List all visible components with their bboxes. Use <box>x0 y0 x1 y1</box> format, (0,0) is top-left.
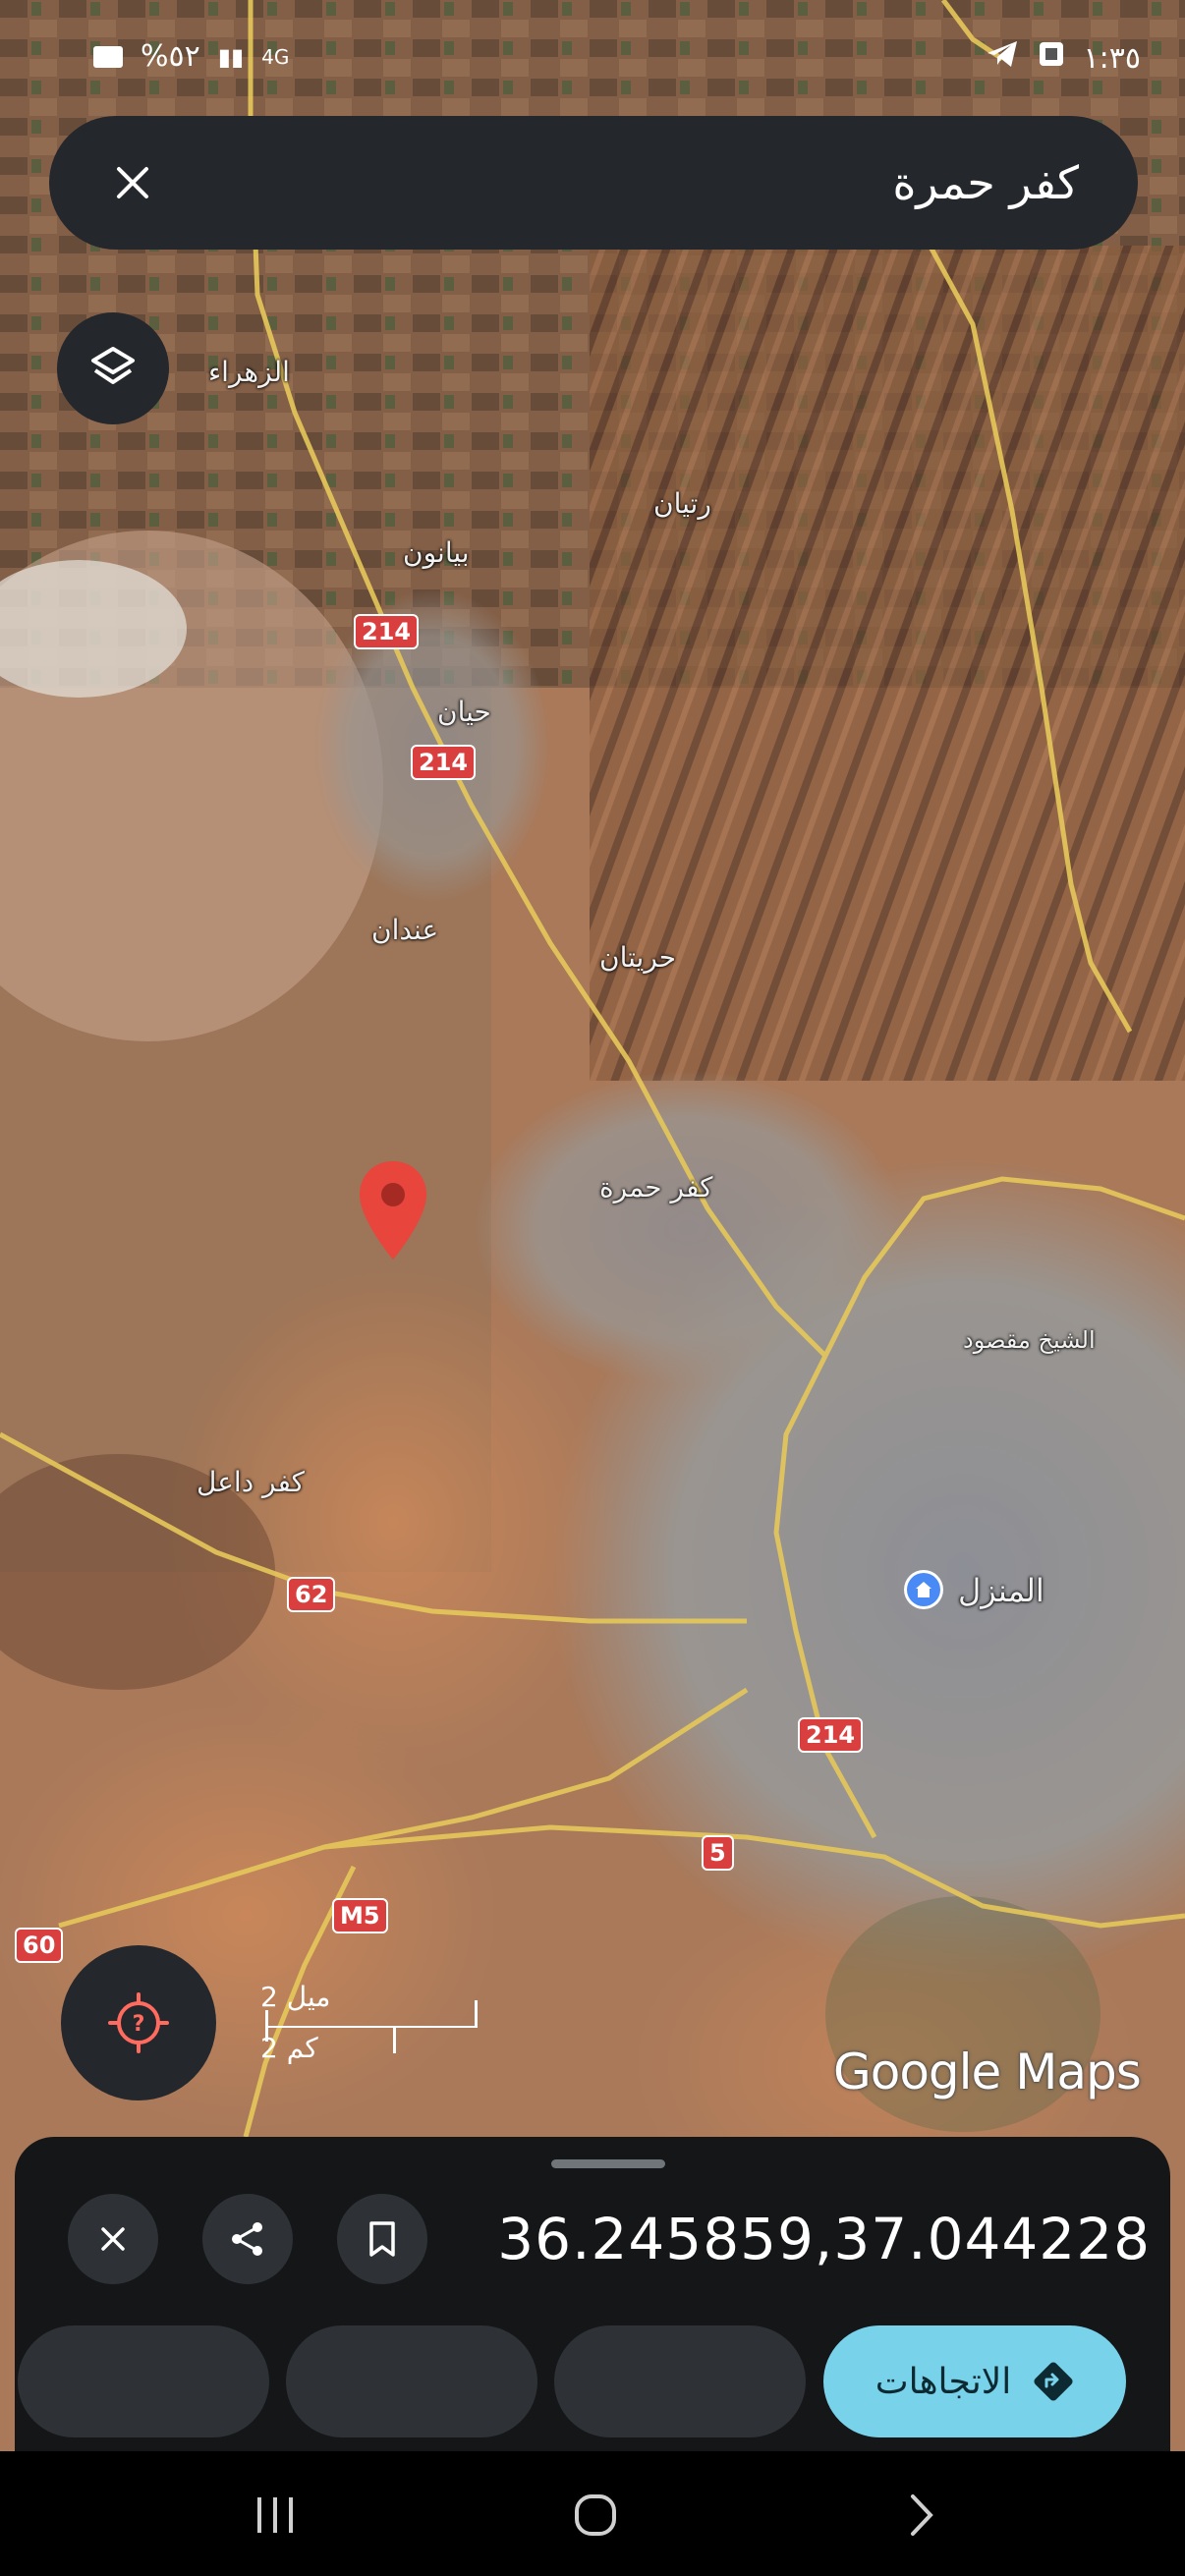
directions-button[interactable]: الاتجاهات <box>823 2325 1126 2437</box>
location-pin-icon[interactable] <box>356 1159 430 1263</box>
road-label: 214 <box>354 614 420 649</box>
notification-icon <box>1037 39 1066 77</box>
clock: ١:٣٥ <box>1083 40 1141 76</box>
chevron-right-icon <box>911 2494 933 2536</box>
status-bar: %٥٢ ▮▮ 4G ١:٣٥ <box>93 39 1141 79</box>
battery-icon <box>93 45 123 68</box>
scale-line <box>265 2026 477 2028</box>
signal-bars-icon: ▮▮ <box>217 42 245 71</box>
place-label[interactable]: عندان <box>371 914 438 946</box>
scale-bar: 2 ميل 2 كم <box>255 1975 481 2064</box>
place-label[interactable]: حريتان <box>599 941 676 974</box>
battery-level: %٥٢ <box>141 39 200 74</box>
place-label[interactable]: حيان <box>437 696 491 728</box>
road-label: 214 <box>411 745 477 780</box>
network-type: 4G <box>261 44 290 69</box>
home-icon <box>907 1573 940 1606</box>
directions-icon <box>1034 2362 1073 2401</box>
svg-text:?: ? <box>133 2012 145 2037</box>
search-query[interactable]: كفر حمرة <box>892 116 1079 250</box>
scale-metric: 2 كم <box>260 2032 318 2064</box>
road-label: 5 <box>702 1835 734 1871</box>
google-maps-logo: Google Maps <box>833 2044 1142 2100</box>
home-label[interactable]: المنزل <box>958 1572 1044 1609</box>
scale-tick <box>393 2026 396 2053</box>
road-label: 214 <box>798 1717 864 1753</box>
home-circle-icon <box>575 2494 616 2536</box>
place-label[interactable]: كفر داعل <box>197 1466 305 1498</box>
layers-button[interactable] <box>57 312 169 424</box>
place-label[interactable]: الزهراء <box>208 356 290 388</box>
system-nav-bar <box>0 2451 1185 2576</box>
place-label[interactable]: الشيخ مقصود <box>963 1326 1096 1354</box>
place-label[interactable]: بيانون <box>403 536 470 569</box>
coordinates-text: 36.245859,37.044228 <box>497 2206 1151 2272</box>
directions-label: الاتجاهات <box>875 2361 1012 2402</box>
home-marker[interactable] <box>904 1570 943 1609</box>
save-button[interactable] <box>337 2194 427 2284</box>
road-label: 62 <box>287 1577 336 1612</box>
bottom-sheet[interactable]: 36.245859,37.044228 الاتجاهات <box>15 2137 1170 2451</box>
search-bar[interactable]: كفر حمرة <box>49 116 1138 250</box>
road-label: M5 <box>332 1898 388 1933</box>
recents-icon <box>257 2497 293 2533</box>
telegram-icon <box>986 39 1019 77</box>
search-close-button[interactable] <box>98 148 167 217</box>
bookmark-icon <box>369 2221 395 2257</box>
place-label[interactable]: كفر حمرة <box>599 1171 712 1204</box>
share-icon <box>232 2222 262 2256</box>
share-button[interactable] <box>202 2194 293 2284</box>
action-chip[interactable] <box>18 2325 269 2437</box>
home-button[interactable] <box>566 2491 625 2540</box>
location-unknown-icon: ? <box>108 1992 169 2053</box>
sheet-drag-handle[interactable] <box>551 2159 665 2168</box>
close-icon <box>117 167 148 198</box>
place-label[interactable]: رتيان <box>653 487 711 520</box>
my-location-button[interactable]: ? <box>61 1945 216 2100</box>
action-chip[interactable] <box>554 2325 806 2437</box>
road-label: 60 <box>15 1928 64 1963</box>
action-chip[interactable] <box>286 2325 537 2437</box>
scale-tick <box>475 2000 478 2028</box>
layers-icon <box>91 347 135 384</box>
close-icon <box>101 2227 125 2251</box>
scale-imperial: 2 ميل <box>260 1981 331 2013</box>
recent-apps-button[interactable] <box>246 2491 305 2540</box>
back-button[interactable] <box>892 2491 951 2540</box>
close-button[interactable] <box>68 2194 158 2284</box>
